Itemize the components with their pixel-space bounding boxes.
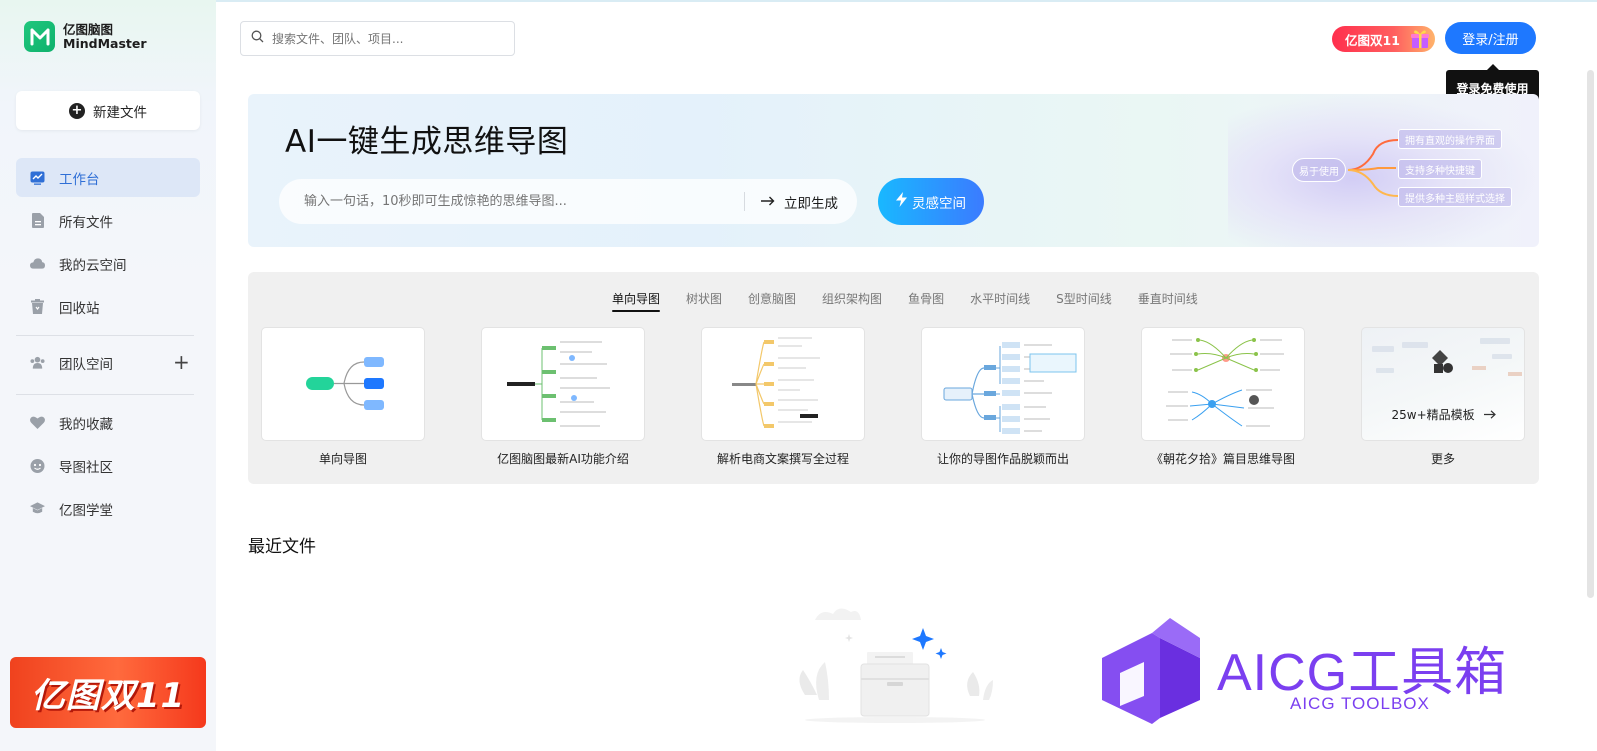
academy-icon [30, 501, 45, 516]
sidebar-item-trash[interactable]: 回收站 [16, 287, 200, 326]
login-register-button[interactable]: 登录/注册 [1445, 22, 1536, 54]
template-card[interactable] [701, 327, 865, 441]
standout-work-thumbnail [943, 342, 1077, 434]
sidebar-item-all-files[interactable]: 所有文件 [16, 201, 200, 240]
search-box[interactable] [240, 21, 515, 56]
community-icon [30, 458, 45, 473]
top-border [216, 0, 1597, 2]
tab-one-way-map[interactable]: 单向导图 [599, 292, 673, 312]
more-templates-card[interactable]: 25w+精品模板 [1361, 327, 1525, 441]
sidebar-item-label: 亿图学堂 [59, 502, 113, 519]
art-pill: 支持多种快捷键 [1398, 159, 1482, 179]
template-card-label: 让你的导图作品脱颖而出 [936, 452, 1069, 466]
more-templates-count: 25w+精品模板 [1391, 408, 1475, 422]
app-logo[interactable]: 亿图脑图 MindMaster [24, 21, 147, 52]
sidebar-item-team[interactable]: 团队空间 [16, 343, 166, 382]
sidebar-item-community[interactable]: 导图社区 [16, 446, 200, 485]
more-templates-text: 25w+精品模板 [1362, 406, 1524, 423]
double11-badge[interactable]: 亿图双11 [1332, 26, 1435, 52]
sidebar-item-label: 工作台 [59, 171, 100, 188]
template-card-label: 亿图脑图最新AI功能介绍 [497, 452, 629, 466]
sidebar-item-label: 我的收藏 [59, 416, 113, 433]
template-gallery: 单向导图 树状图 创意脑图 组织架构图 鱼骨图 水平时间线 S型时间线 垂直时间… [248, 272, 1539, 484]
ai-prompt-input[interactable] [304, 194, 734, 209]
sidebar: 亿图脑图 MindMaster + 新建文件 工作台 所有文件 我的云空间 回收… [0, 0, 216, 751]
new-file-label: 新建文件 [93, 104, 147, 121]
generate-button[interactable]: 立即生成 [761, 179, 838, 224]
aicg-cube-logo-icon [1102, 618, 1200, 724]
template-card-label: 单向导图 [318, 452, 367, 466]
inspiration-space-button[interactable]: 灵感空间 [878, 178, 984, 225]
tab-vertical-timeline[interactable]: 垂直时间线 [1125, 292, 1211, 312]
sidebar-divider [16, 394, 194, 395]
heart-icon [30, 415, 45, 430]
double11-badge-label: 亿图双11 [1345, 32, 1400, 48]
team-icon [30, 355, 45, 370]
empty-box-illustration [795, 600, 995, 725]
watermark-subtitle: AICG TOOLBOX [1290, 694, 1430, 713]
tab-creative[interactable]: 创意脑图 [735, 292, 809, 312]
sidebar-item-label: 所有文件 [59, 214, 113, 231]
template-card[interactable] [1141, 327, 1305, 441]
template-card-label: 解析电商文案撰写全过程 [716, 452, 849, 466]
arrow-right-icon [1484, 408, 1497, 422]
lightning-icon [896, 192, 907, 211]
logo-text-cn: 亿图脑图 [63, 21, 114, 37]
logo-text-en: MindMaster [63, 35, 147, 51]
tab-s-timeline[interactable]: S型时间线 [1043, 292, 1125, 312]
sidebar-item-label: 团队空间 [59, 356, 113, 373]
sidebar-item-workbench[interactable]: 工作台 [16, 158, 200, 197]
double11-promo-banner[interactable]: 亿图双11 [10, 657, 206, 728]
art-pill: 提供多种主题样式选择 [1398, 187, 1512, 207]
sidebar-item-label: 我的云空间 [59, 257, 127, 274]
template-card-label: 《朝花夕拾》篇目思维导图 [1150, 452, 1295, 466]
ai-prompt-box[interactable]: 立即生成 [279, 179, 857, 224]
sidebar-item-academy[interactable]: 亿图学堂 [16, 489, 200, 528]
file-icon [30, 213, 45, 228]
vertical-scrollbar[interactable] [1587, 70, 1594, 598]
search-icon [251, 30, 264, 47]
template-card-label: 更多 [1430, 452, 1455, 466]
cloud-icon [30, 256, 45, 271]
more-templates-background [1372, 338, 1522, 376]
aicg-toolbox-watermark: AICG工具箱 AICG TOOLBOX [1100, 618, 1530, 730]
ai-features-thumbnail [507, 341, 610, 427]
template-card[interactable] [921, 327, 1085, 441]
template-tabs: 单向导图 树状图 创意脑图 组织架构图 鱼骨图 水平时间线 S型时间线 垂直时间… [599, 292, 1211, 312]
one-way-map-thumbnail [306, 357, 384, 410]
tab-horizontal-timeline[interactable]: 水平时间线 [957, 292, 1043, 312]
art-center-node: 易于使用 [1292, 158, 1346, 182]
sidebar-item-label: 回收站 [59, 300, 100, 317]
gift-icon [1409, 28, 1431, 53]
tab-org-chart[interactable]: 组织架构图 [809, 292, 895, 312]
morning-flowers-thumbnail [1166, 338, 1284, 427]
hero-mindmap-illustration: 易于使用 拥有直观的操作界面 支持多种快捷键 提供多种主题样式选择 [1228, 94, 1539, 247]
recent-files-title: 最近文件 [248, 537, 316, 557]
hero-title: AI一键生成思维导图 [285, 124, 569, 160]
sidebar-item-favorites[interactable]: 我的收藏 [16, 403, 200, 442]
tab-fishbone[interactable]: 鱼骨图 [895, 292, 957, 312]
sidebar-divider [16, 335, 194, 336]
generate-label: 立即生成 [784, 195, 838, 212]
new-file-button[interactable]: + 新建文件 [16, 91, 200, 130]
add-team-icon[interactable]: + [173, 352, 190, 372]
template-card[interactable] [261, 327, 425, 441]
mindmap-branches [1347, 139, 1399, 197]
workbench-icon [30, 170, 45, 185]
trash-icon [30, 299, 45, 314]
input-divider [744, 192, 745, 211]
inspiration-label: 灵感空间 [912, 195, 966, 212]
plus-circle-icon: + [69, 102, 85, 119]
mindmaster-logo-icon [24, 21, 55, 52]
sidebar-item-cloud[interactable]: 我的云空间 [16, 244, 200, 283]
art-pill: 拥有直观的操作界面 [1398, 129, 1502, 149]
promo-banner-text: 亿图双11 [30, 676, 186, 716]
ecommerce-copy-thumbnail [732, 337, 820, 428]
search-input[interactable] [272, 31, 502, 46]
template-card[interactable] [481, 327, 645, 441]
arrow-right-icon [761, 194, 775, 210]
tab-tree[interactable]: 树状图 [673, 292, 735, 312]
ai-hero-banner: AI一键生成思维导图 立即生成 灵感空间 易于使用 拥有直观的操作界面 支持多种… [248, 94, 1539, 247]
sidebar-item-label: 导图社区 [59, 459, 113, 476]
